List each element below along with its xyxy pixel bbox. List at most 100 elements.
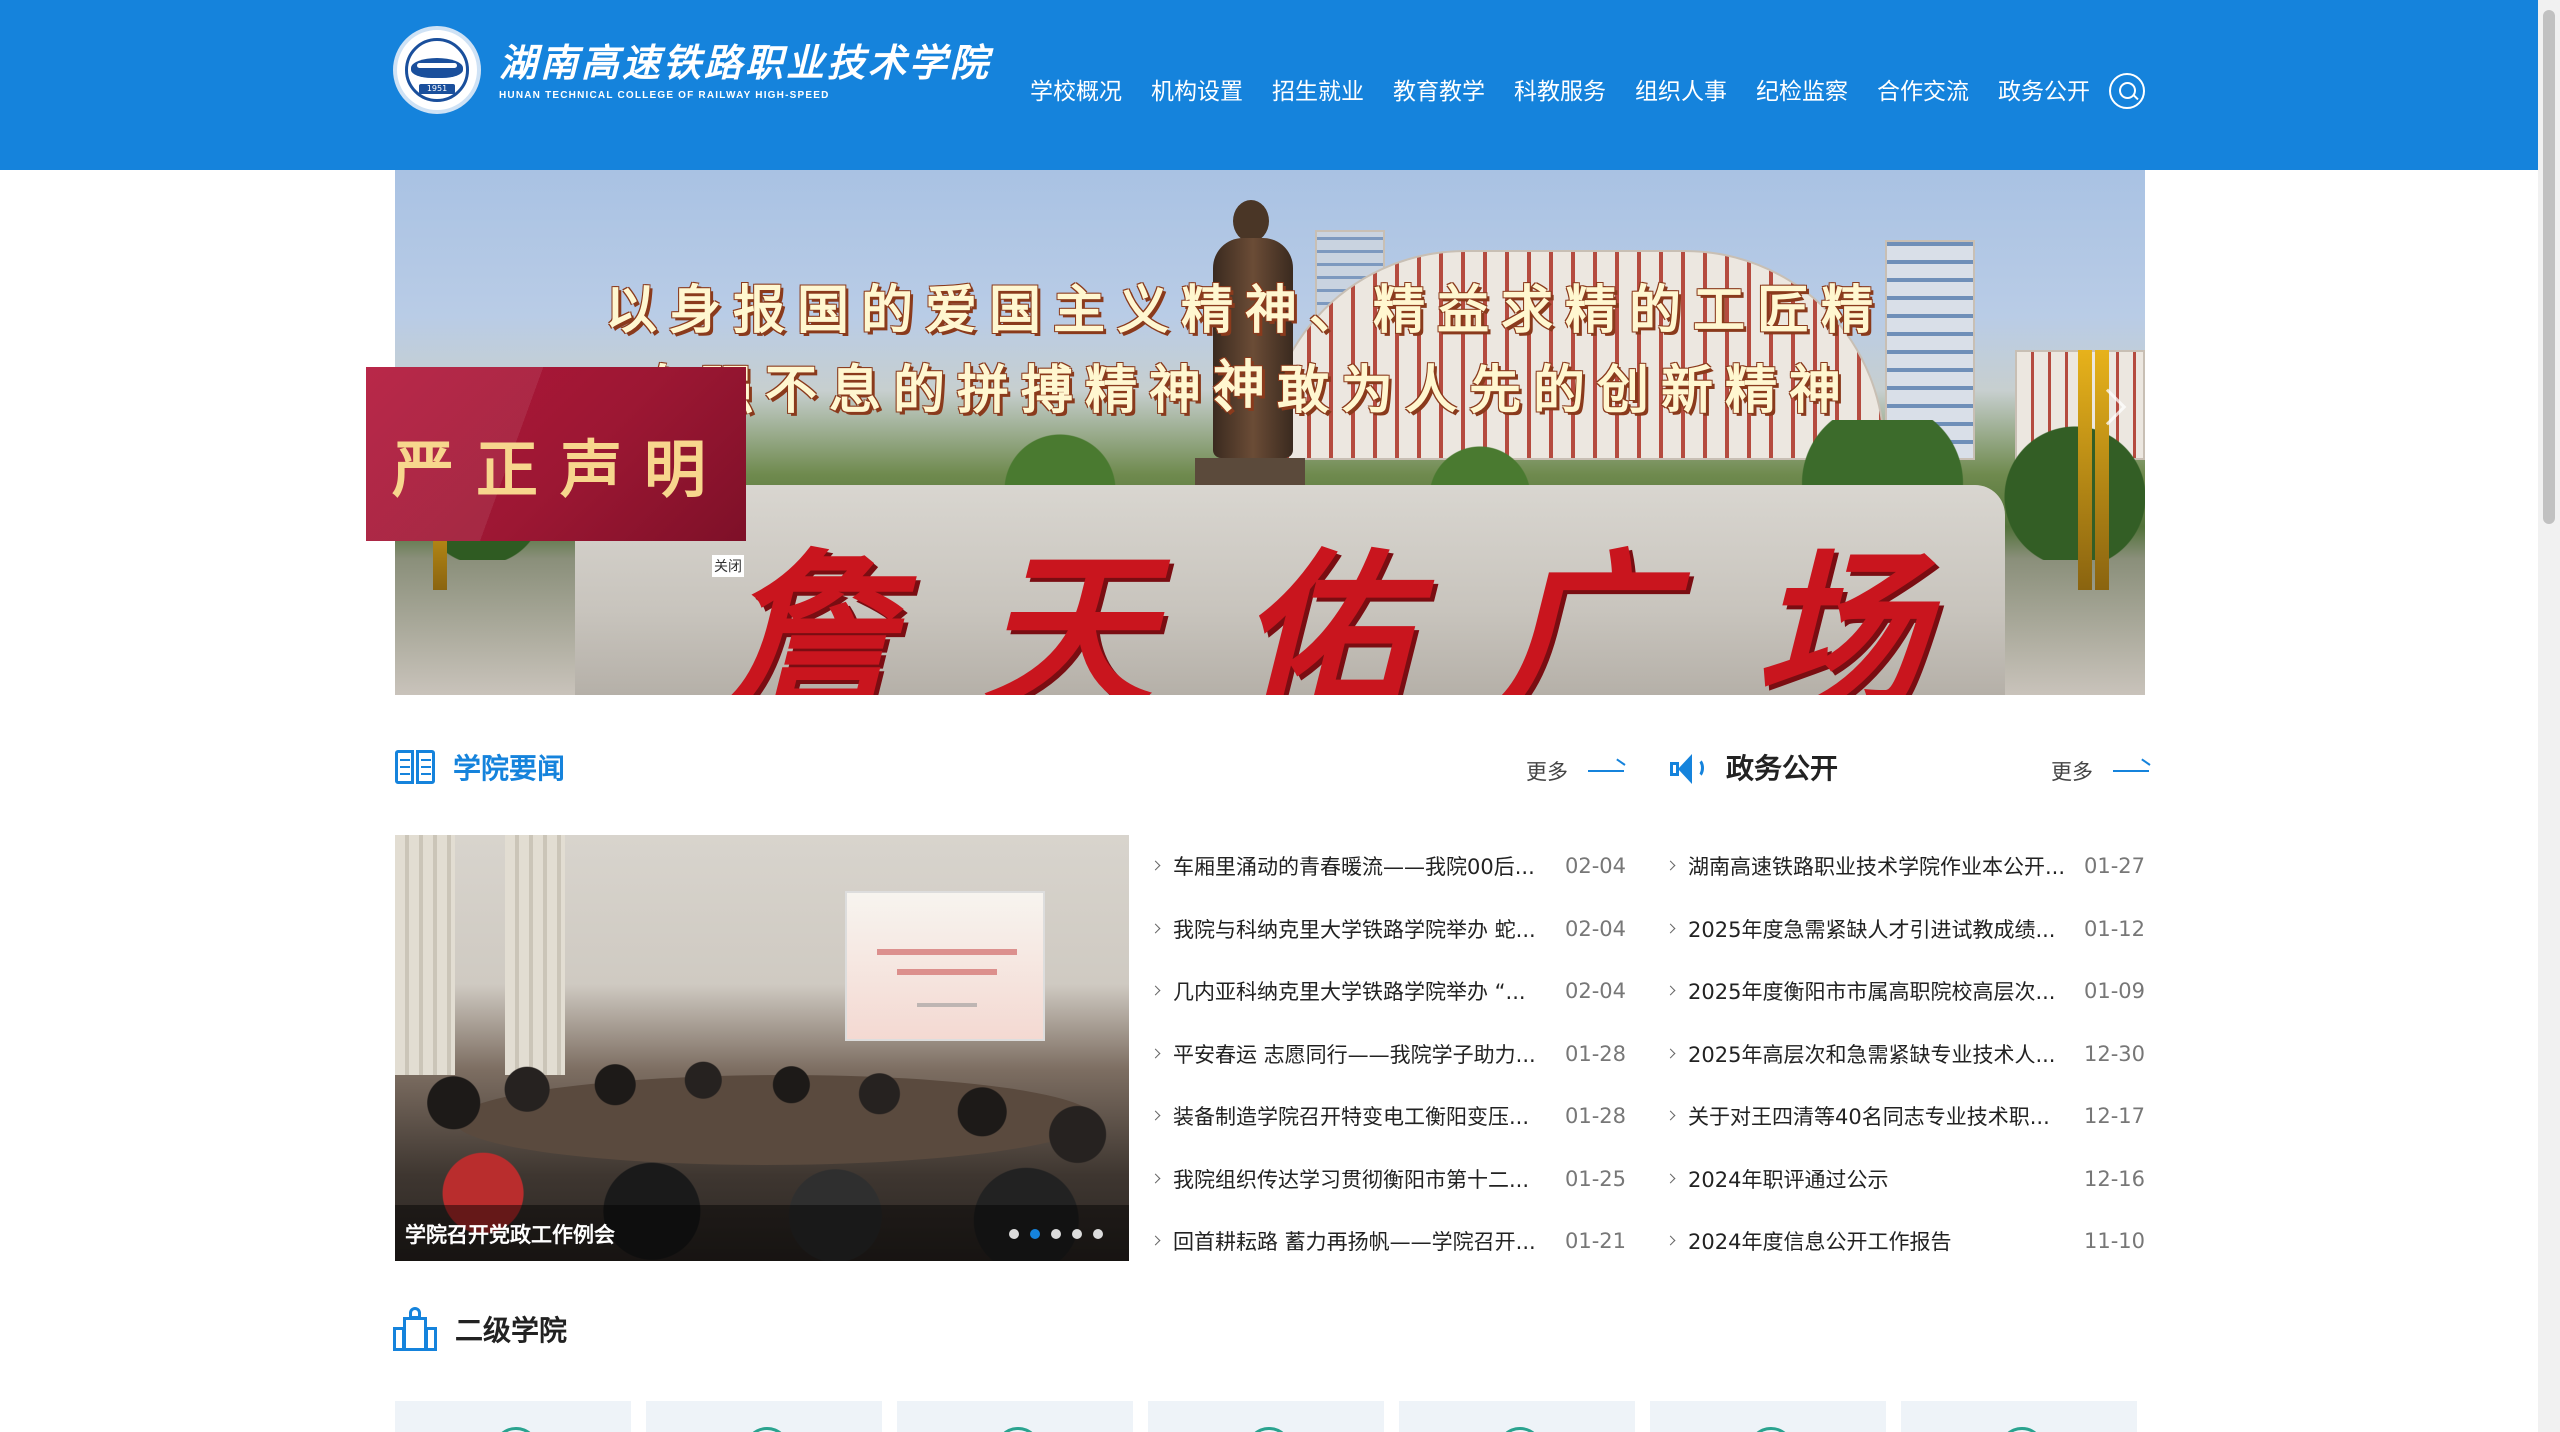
search-icon[interactable] (2109, 73, 2145, 109)
arrow-right-icon (1588, 770, 1624, 772)
gov-more-link[interactable]: 更多 (2051, 756, 2149, 786)
solemn-statement-popup[interactable]: 严正声明 (366, 367, 746, 541)
news-more-link[interactable]: 更多 (1526, 756, 1624, 786)
college-card[interactable] (897, 1401, 1133, 1432)
scrollbar-thumb[interactable] (2543, 10, 2555, 524)
chevron-right-icon (1150, 1173, 1161, 1183)
nav-item-research[interactable]: 科教服务 (1514, 72, 1606, 106)
carousel-dot[interactable] (1051, 1229, 1061, 1239)
arrow-right-icon (2113, 770, 2149, 772)
gov-item-date: 11-10 (2083, 1229, 2145, 1254)
nav-item-discipline[interactable]: 纪检监察 (1756, 72, 1848, 106)
nav-item-about[interactable]: 学校概况 (1030, 72, 1122, 106)
chevron-right-icon (1665, 923, 1676, 933)
news-item-date: 01-28 (1564, 1041, 1626, 1066)
banner-slogan-line2: 自强不息的拼搏精神、敢为人先的创新精神 (636, 361, 1853, 421)
chevron-right-icon (1665, 985, 1676, 996)
monument-inscription: 詹 天 佑 广 场 (725, 533, 1925, 695)
college-card[interactable] (1901, 1401, 2137, 1432)
site-header: 1951 湖南高速铁路职业技术学院 HUNAN TECHNICAL COLLEG… (0, 0, 2538, 170)
college-card[interactable] (1148, 1401, 1384, 1432)
gov-item-title[interactable]: 2025年高层次和急需紧缺专业技术人... (1688, 1039, 2055, 1069)
gov-item-date: 12-30 (2083, 1041, 2145, 1066)
gov-item-title[interactable]: 湖南高速铁路职业技术学院作业本公开... (1688, 851, 2065, 881)
gov-list-item[interactable]: 2024年度信息公开工作报告 11-10 (1665, 1210, 2145, 1273)
gov-item-date: 01-27 (2083, 854, 2145, 879)
news-list-item[interactable]: 装备制造学院召开特变电工衡阳变压... 01-28 (1150, 1085, 1626, 1148)
notice-close-button[interactable]: 关闭 (712, 555, 744, 577)
gov-list-item[interactable]: 2025年高层次和急需紧缺专业技术人... 12-30 (1665, 1023, 2145, 1086)
nav-item-organization[interactable]: 机构设置 (1151, 72, 1243, 106)
chevron-right-icon (1150, 1235, 1161, 1246)
news-list-item[interactable]: 车厢里涌动的青春暖流——我院00后... 02-04 (1150, 835, 1626, 898)
news-list-item[interactable]: 平安春运 志愿同行——我院学子助力... 01-28 (1150, 1023, 1626, 1086)
chevron-right-icon (1150, 985, 1161, 996)
college-card[interactable] (1399, 1401, 1635, 1432)
news-list: 车厢里涌动的青春暖流——我院00后... 02-04 我院与科纳克里大学铁路学院举办… (1150, 835, 1626, 1273)
gov-item-title[interactable]: 2025年度急需紧缺人才引进试教成绩... (1688, 914, 2055, 944)
college-logo[interactable]: 1951 湖南高速铁路职业技术学院 HUNAN TECHNICAL COLLEG… (393, 26, 991, 114)
news-item-title[interactable]: 车厢里涌动的青春暖流——我院00后... (1173, 851, 1535, 881)
college-cards (395, 1401, 2152, 1432)
gov-list-item[interactable]: 湖南高速铁路职业技术学院作业本公开... 01-27 (1665, 835, 2145, 898)
main-nav: 学校概况 机构设置 招生就业 教育教学 科教服务 组织人事 纪检监察 合作交流 … (1030, 72, 2119, 106)
chevron-right-icon (1150, 1110, 1161, 1121)
college-card[interactable] (395, 1401, 631, 1432)
news-item-title[interactable]: 我院组织传达学习贯彻衡阳市第十二... (1173, 1164, 1529, 1194)
gov-item-title[interactable]: 2024年职评通过公示 (1688, 1164, 1888, 1194)
notice-text: 严正声明 (392, 433, 729, 506)
gov-item-title[interactable]: 2024年度信息公开工作报告 (1688, 1226, 1951, 1256)
page-scrollbar[interactable] (2538, 0, 2560, 1432)
news-item-title[interactable]: 我院与科纳克里大学铁路学院举办 蛇... (1173, 914, 1536, 944)
logo-english-name: HUNAN TECHNICAL COLLEGE OF RAILWAY HIGH-… (499, 89, 830, 101)
chevron-right-icon (1665, 860, 1676, 871)
nav-item-cooperation[interactable]: 合作交流 (1877, 72, 1969, 106)
gov-list-item[interactable]: 2024年职评通过公示 12-16 (1665, 1148, 2145, 1211)
chevron-right-icon (1665, 1235, 1676, 1246)
photo-caption[interactable]: 学院召开党政工作例会 (405, 1219, 615, 1249)
carousel-dot[interactable] (1093, 1229, 1103, 1239)
projector-screen (845, 891, 1045, 1041)
nav-item-admission[interactable]: 招生就业 (1272, 72, 1364, 106)
college-card[interactable] (646, 1401, 882, 1432)
news-item-date: 01-28 (1564, 1104, 1626, 1129)
news-item-title[interactable]: 装备制造学院召开特变电工衡阳变压... (1173, 1101, 1529, 1131)
gov-item-title[interactable]: 2025年度衡阳市市属高职院校高层次... (1688, 976, 2055, 1006)
news-item-title[interactable]: 几内亚科纳克里大学铁路学院举办 “... (1173, 976, 1526, 1006)
gov-list-item[interactable]: 2025年度急需紧缺人才引进试教成绩... 01-12 (1665, 898, 2145, 961)
news-item-date: 02-04 (1564, 979, 1626, 1004)
chevron-right-icon (1665, 1110, 1676, 1121)
book-icon (395, 748, 435, 786)
news-photo-carousel[interactable]: 学院召开党政工作例会 (395, 835, 1129, 1261)
carousel-dot[interactable] (1072, 1229, 1082, 1239)
news-list-item[interactable]: 我院组织传达学习贯彻衡阳市第十二... 01-25 (1150, 1148, 1626, 1211)
nav-item-education[interactable]: 教育教学 (1393, 72, 1485, 106)
carousel-dot[interactable] (1009, 1229, 1019, 1239)
gov-item-title[interactable]: 关于对王四清等40名同志专业技术职... (1688, 1101, 2050, 1131)
nav-item-personnel[interactable]: 组织人事 (1635, 72, 1727, 106)
college-emblem-icon: 1951 (393, 26, 481, 114)
gov-item-date: 01-12 (2083, 916, 2145, 941)
news-list-item[interactable]: 几内亚科纳克里大学铁路学院举办 “... 02-04 (1150, 960, 1626, 1023)
news-item-date: 02-04 (1564, 916, 1626, 941)
news-section-header: 学院要闻 (395, 747, 565, 787)
college-section-title: 二级学院 (455, 1314, 568, 1347)
news-item-date: 02-04 (1564, 854, 1626, 879)
news-item-title[interactable]: 平安春运 志愿同行——我院学子助力... (1173, 1039, 1536, 1069)
nav-item-government[interactable]: 政务公开 (1998, 72, 2090, 106)
news-list-item[interactable]: 我院与科纳克里大学铁路学院举办 蛇... 02-04 (1150, 898, 1626, 961)
building-icon (393, 1307, 437, 1351)
news-item-title[interactable]: 回首耕耘路 蓄力再扬帆——学院召开... (1173, 1226, 1536, 1256)
gov-list-item[interactable]: 关于对王四清等40名同志专业技术职... 12-17 (1665, 1085, 2145, 1148)
college-section-header: 二级学院 (393, 1307, 567, 1351)
college-card[interactable] (1650, 1401, 1886, 1432)
gov-item-date: 12-17 (2083, 1104, 2145, 1129)
news-list-item[interactable]: 回首耕耘路 蓄力再扬帆——学院召开... 01-21 (1150, 1210, 1626, 1273)
speaker-icon (1668, 748, 1708, 786)
chevron-right-icon (1150, 923, 1161, 933)
gov-list: 湖南高速铁路职业技术学院作业本公开... 01-27 2025年度急需紧缺人才引进试… (1665, 835, 2145, 1273)
gov-list-item[interactable]: 2025年度衡阳市市属高职院校高层次... 01-09 (1665, 960, 2145, 1023)
gov-item-date: 01-09 (2083, 979, 2145, 1004)
carousel-dot[interactable] (1030, 1229, 1040, 1239)
chevron-right-icon (1150, 1048, 1161, 1058)
